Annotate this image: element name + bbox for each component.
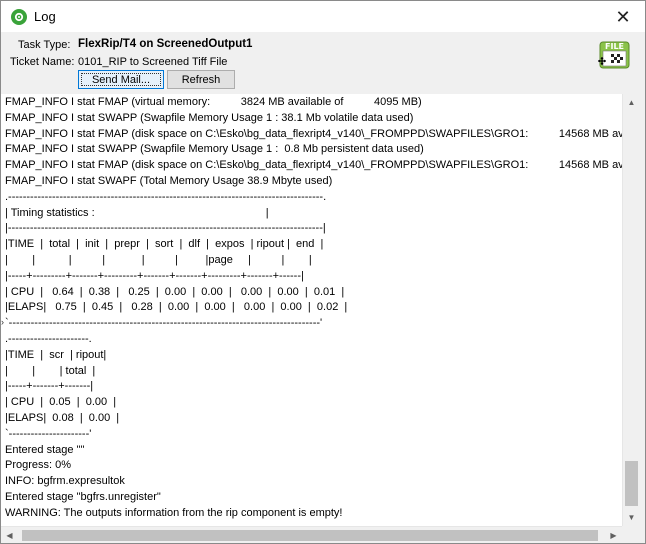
green-gear-icon: [11, 9, 27, 25]
splitter-arrow-icon: ›: [1, 317, 4, 327]
log-line: FMAP_INFO I stat FMAP (virtual memory: 3…: [5, 96, 422, 108]
log-line: WARNING: The outputs information from th…: [5, 506, 343, 519]
log-line: |-----+---------+-------+---------+-----…: [5, 269, 304, 282]
ticket-name-label: Ticket Name:: [10, 56, 75, 68]
log-line: | CPU | 0.05 | 0.00 |: [5, 396, 117, 409]
vertical-scroll-thumb[interactable]: [625, 461, 638, 506]
log-line: .---------------------------------------…: [5, 190, 327, 203]
log-line: INFO: bgfrm.expresultok: [5, 475, 125, 488]
log-line: .----------------------.: [5, 333, 92, 345]
focus-rectangle: [81, 73, 161, 86]
log-line: FMAP_INFO I stat SWAPF (Total Memory Usa…: [5, 175, 333, 187]
ticket-name-value: 0101_RIP to Screened Tiff File: [78, 56, 228, 68]
log-text-area[interactable]: FMAP_INFO I stat FMAP (virtual memory: 3…: [1, 94, 622, 526]
horizontal-scrollbar[interactable]: ◀ ▶: [1, 526, 622, 543]
log-line: | | | | | | |page | | |: [5, 254, 312, 266]
scroll-up-icon[interactable]: ▲: [623, 94, 640, 111]
close-icon[interactable]: ✕: [608, 4, 638, 30]
task-info-panel: Task Type: FlexRip/T4 on ScreenedOutput1…: [1, 32, 645, 94]
log-line: | Timing statistics : |: [5, 206, 269, 219]
log-line: FMAP_INFO I stat FMAP (disk space on C:\…: [5, 127, 622, 140]
scroll-down-icon[interactable]: ▼: [623, 509, 640, 526]
send-mail-button[interactable]: Send Mail...: [78, 70, 164, 89]
log-line: |ELAPS| 0.08 | 0.00 |: [5, 412, 120, 424]
file-icon-text: FILE: [605, 42, 625, 51]
log-line: |TIME | total | init | prepr | sort | dl…: [5, 238, 324, 251]
horizontal-scroll-thumb[interactable]: [22, 530, 598, 541]
window-title: Log: [34, 9, 56, 24]
log-line: FMAP_INFO I stat SWAPP (Swapfile Memory …: [5, 143, 424, 156]
log-line: Entered stage "": [5, 443, 85, 456]
log-line: |---------------------------------------…: [5, 222, 326, 235]
log-line: |TIME | scr | ripout|: [5, 348, 107, 361]
task-type-value: FlexRip/T4 on ScreenedOutput1: [78, 38, 253, 50]
scrollbar-corner: [622, 526, 639, 543]
vertical-scrollbar[interactable]: ▲ ▼: [622, 94, 640, 526]
log-line: |-----+-------+-------|: [5, 380, 94, 393]
log-line: Entered stage "bgfrs.unregister": [5, 491, 161, 503]
log-line: FMAP_INFO I stat SWAPP (Swapfile Memory …: [5, 111, 414, 124]
log-line: |ELAPS| 0.75 | 0.45 | 0.28 | 0.00 | 0.00…: [5, 301, 348, 314]
task-type-label: Task Type:: [18, 39, 71, 51]
log-line: FMAP_INFO I stat FMAP (disk space on C:\…: [5, 159, 622, 172]
file-move-icon: FILE: [597, 41, 631, 75]
log-line: `---------------------------------------…: [5, 317, 323, 330]
refresh-button[interactable]: Refresh: [167, 70, 235, 89]
title-bar: Log ✕: [1, 1, 645, 32]
log-line: Progress: 0%: [5, 459, 72, 472]
scroll-left-icon[interactable]: ◀: [1, 527, 18, 543]
scroll-right-icon[interactable]: ▶: [605, 527, 622, 543]
log-line: | CPU | 0.64 | 0.38 | 0.25 | 0.00 | 0.00…: [5, 285, 345, 298]
log-line: `----------------------': [5, 427, 92, 440]
log-line: | | | total |: [5, 364, 96, 377]
log-window: Log ✕ Task Type: FlexRip/T4 on ScreenedO…: [0, 0, 646, 544]
